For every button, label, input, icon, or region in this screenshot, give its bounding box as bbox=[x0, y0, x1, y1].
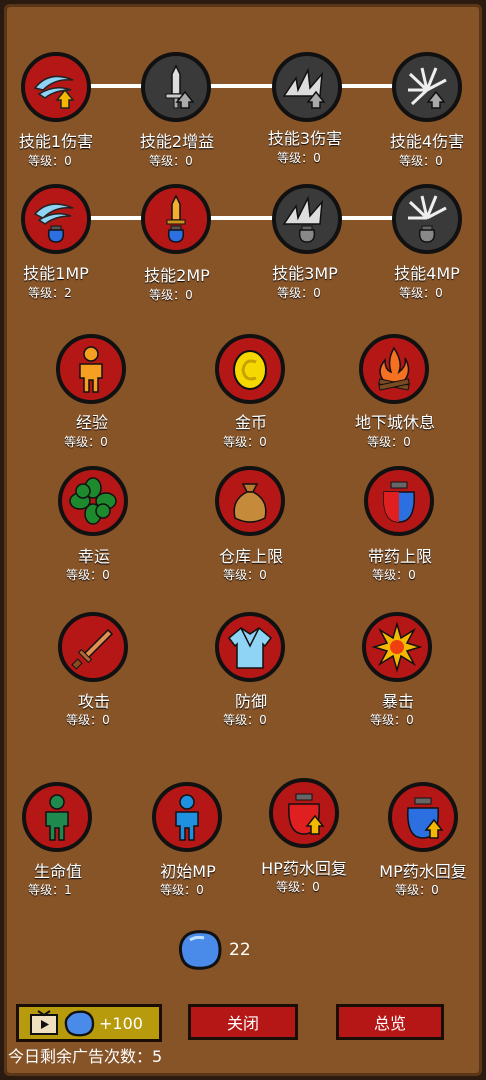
mp-potion-up-icon bbox=[407, 797, 444, 839]
skill1-mp-label: 技能1MP bbox=[23, 264, 89, 283]
watch-ad-button[interactable]: +100 bbox=[16, 1004, 162, 1042]
skill4-mp-level: 等级：0 bbox=[399, 286, 443, 300]
luck-label: 幸运 bbox=[77, 547, 111, 566]
armor-icon bbox=[227, 627, 273, 669]
sword-up-icon bbox=[165, 64, 195, 109]
potion-limit-label: 带药上限 bbox=[367, 547, 433, 566]
skill2-mp-level: 等级：0 bbox=[149, 288, 193, 302]
initial-mp-level: 等级：0 bbox=[160, 883, 204, 897]
skill2-buff-node[interactable] bbox=[141, 52, 211, 122]
campfire-icon bbox=[378, 346, 410, 391]
overview-button[interactable]: 总览 bbox=[336, 1004, 444, 1040]
ads-remaining-text: 今日剩余广告次数：5 bbox=[8, 1047, 163, 1066]
ad-bonus-text: +100 bbox=[99, 1013, 143, 1033]
gold-label: 金币 bbox=[234, 413, 268, 432]
skill4-mp-node[interactable] bbox=[392, 184, 462, 254]
close-button[interactable]: 关闭 bbox=[188, 1004, 298, 1040]
skill4-mp-label: 技能4MP bbox=[394, 264, 460, 283]
hp-potion-recovery-node[interactable] bbox=[269, 778, 339, 848]
exp-label: 经验 bbox=[75, 413, 109, 432]
burst-potion-icon bbox=[408, 195, 447, 243]
hp-label: 生命值 bbox=[33, 862, 83, 881]
skill2-mp-node[interactable] bbox=[141, 184, 211, 254]
potion-jar-icon bbox=[383, 481, 415, 523]
skill3-damage-label: 技能3伤害 bbox=[267, 129, 343, 148]
skill3-damage-node[interactable] bbox=[272, 52, 342, 122]
person-green-icon bbox=[45, 794, 69, 841]
skill3-mp-label: 技能3MP bbox=[272, 264, 338, 283]
luck-node[interactable] bbox=[58, 466, 128, 536]
bag-icon bbox=[233, 483, 267, 523]
attack-level: 等级：0 bbox=[66, 713, 110, 727]
attack-node[interactable] bbox=[58, 612, 128, 682]
skill3-mp-level: 等级：0 bbox=[277, 286, 321, 300]
hp-potion-recovery-level: 等级：0 bbox=[276, 880, 320, 894]
skill2-buff-level: 等级：0 bbox=[149, 154, 193, 168]
crit-level: 等级：0 bbox=[370, 713, 414, 727]
skill3-mp-node[interactable] bbox=[272, 184, 342, 254]
dungeon-rest-label: 地下城休息 bbox=[354, 413, 436, 432]
slash-potion-icon bbox=[33, 203, 74, 243]
slash-wind-up-icon bbox=[33, 75, 75, 109]
person-orange-icon bbox=[79, 346, 103, 393]
skill1-damage-label: 技能1伤害 bbox=[18, 132, 94, 151]
skill4-damage-label: 技能4伤害 bbox=[389, 132, 465, 151]
burst-up-icon bbox=[408, 67, 447, 109]
sword-icon bbox=[71, 628, 114, 670]
spikes-up-icon bbox=[282, 67, 326, 109]
clover-icon bbox=[69, 477, 117, 525]
gold-node[interactable] bbox=[215, 334, 285, 404]
hp-potion-up-icon bbox=[288, 793, 325, 835]
storage-limit-node[interactable] bbox=[215, 466, 285, 536]
storage-limit-label: 仓库上限 bbox=[218, 547, 284, 566]
skill1-damage-node[interactable] bbox=[21, 52, 91, 122]
gem-small-icon bbox=[64, 1010, 95, 1037]
skill1-mp-level: 等级：2 bbox=[28, 286, 72, 300]
gem-icon bbox=[176, 928, 224, 972]
initial-mp-node[interactable] bbox=[152, 782, 222, 852]
skill2-mp-label: 技能2MP bbox=[144, 266, 210, 285]
mp-potion-recovery-node[interactable] bbox=[388, 782, 458, 852]
exp-node[interactable] bbox=[56, 334, 126, 404]
luck-level: 等级：0 bbox=[66, 568, 110, 582]
attack-label: 攻击 bbox=[77, 692, 111, 711]
dungeon-rest-node[interactable] bbox=[359, 334, 429, 404]
exp-level: 等级：0 bbox=[64, 435, 108, 449]
defense-level: 等级：0 bbox=[223, 713, 267, 727]
gold-level: 等级：0 bbox=[223, 435, 267, 449]
skill-mp-chain-line bbox=[86, 216, 424, 220]
skill1-damage-level: 等级：0 bbox=[28, 154, 72, 168]
tv-icon bbox=[30, 1010, 58, 1035]
skill-chain-line bbox=[86, 84, 424, 88]
skill4-damage-level: 等级：0 bbox=[399, 154, 443, 168]
skill3-damage-level: 等级：0 bbox=[277, 151, 321, 165]
spikes-potion-icon bbox=[282, 195, 323, 243]
mp-potion-recovery-label: MP药水回复 bbox=[379, 862, 467, 881]
crit-node[interactable] bbox=[362, 612, 432, 682]
potion-limit-node[interactable] bbox=[364, 466, 434, 536]
skill1-mp-node[interactable] bbox=[21, 184, 91, 254]
skill4-damage-node[interactable] bbox=[392, 52, 462, 122]
potion-limit-level: 等级：0 bbox=[372, 568, 416, 582]
gem-count: 22 bbox=[229, 940, 251, 960]
hp-potion-recovery-label: HP药水回复 bbox=[261, 859, 347, 878]
storage-limit-level: 等级：0 bbox=[223, 568, 267, 582]
sword-potion-icon bbox=[166, 194, 186, 243]
defense-node[interactable] bbox=[215, 612, 285, 682]
hp-node[interactable] bbox=[22, 782, 92, 852]
defense-label: 防御 bbox=[234, 692, 268, 711]
person-blue-icon bbox=[175, 794, 199, 841]
mp-potion-recovery-level: 等级：0 bbox=[395, 883, 439, 897]
explosion-icon bbox=[371, 621, 423, 673]
dungeon-rest-level: 等级：0 bbox=[367, 435, 411, 449]
skill2-buff-label: 技能2增益 bbox=[139, 132, 215, 151]
initial-mp-label: 初始MP bbox=[160, 862, 216, 881]
hp-level: 等级：1 bbox=[28, 883, 72, 897]
crit-label: 暴击 bbox=[381, 692, 415, 711]
coin-icon bbox=[233, 350, 267, 390]
